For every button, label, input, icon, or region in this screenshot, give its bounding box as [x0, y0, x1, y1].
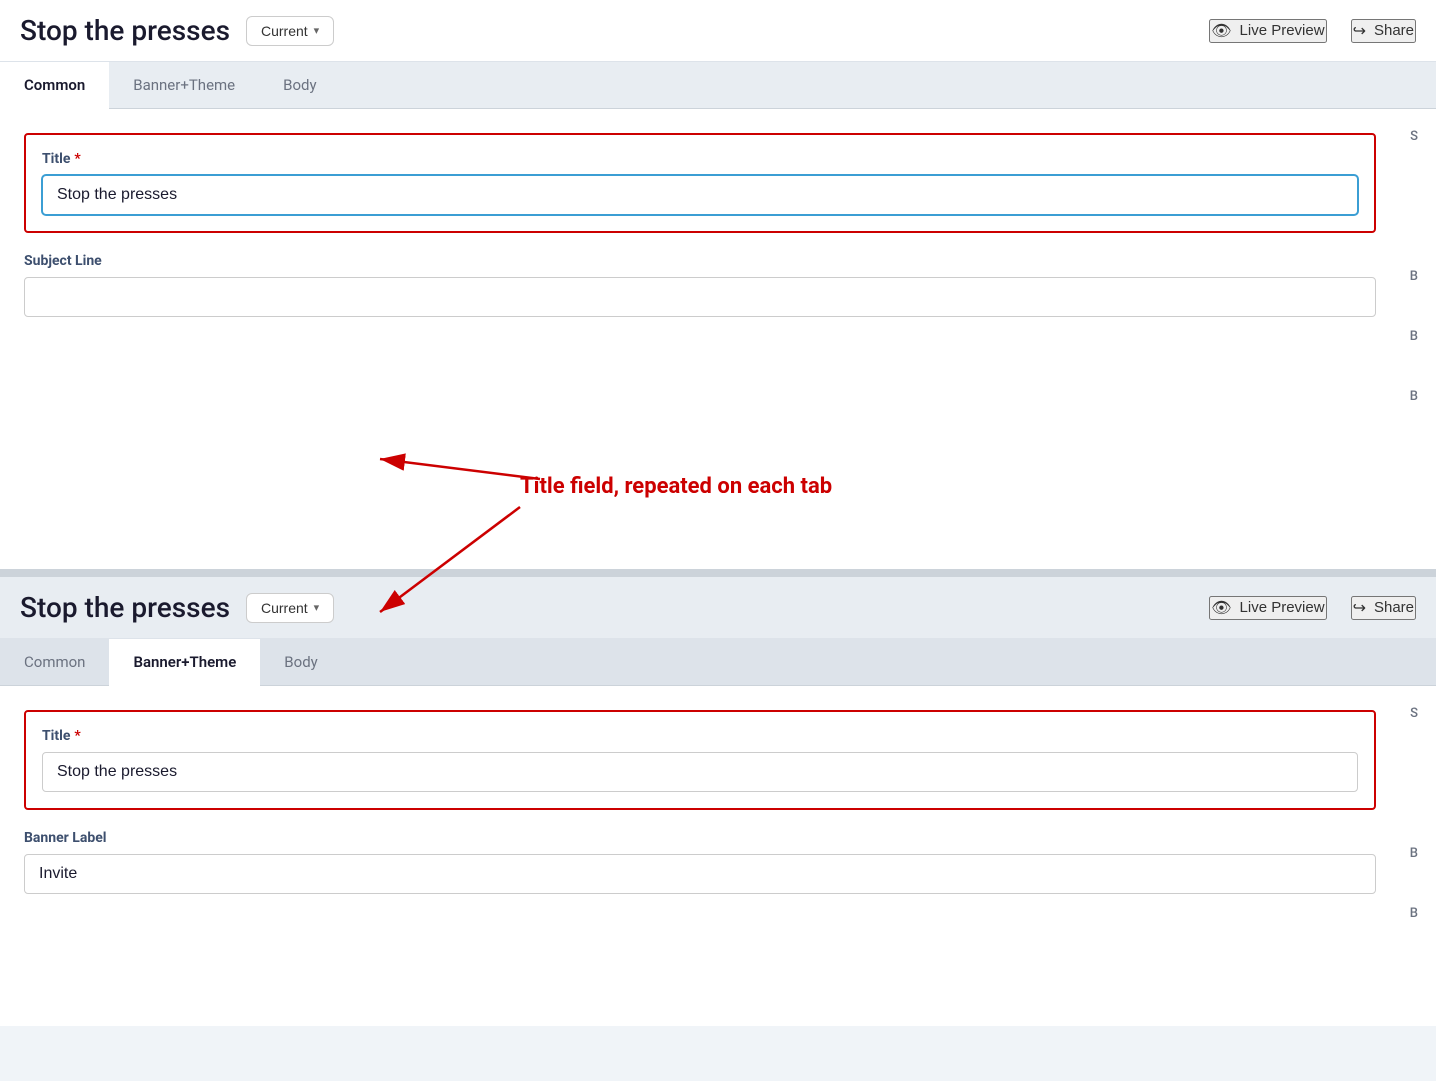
side-label-s: S	[1410, 129, 1418, 144]
panel-1: Stop the presses Current ▾ 👁 Live Previe…	[0, 0, 1436, 449]
current-dropdown-2[interactable]: Current ▾	[246, 593, 334, 623]
title-annotation-box-1: Title *	[24, 133, 1376, 233]
content-area-2: Title * Banner Label S B B	[0, 686, 1436, 1026]
panel-divider	[0, 569, 1436, 577]
share-icon-2: ↪	[1353, 598, 1366, 618]
current-label-2: Current	[261, 600, 308, 616]
title-label-1: Title *	[42, 151, 1358, 167]
title-input-2[interactable]	[42, 752, 1358, 792]
current-dropdown-1[interactable]: Current ▾	[246, 16, 334, 46]
tab-banner-theme-2[interactable]: Banner+Theme	[109, 639, 260, 686]
tabs-2: Common Banner+Theme Body	[0, 639, 1436, 686]
tab-body-1[interactable]: Body	[259, 62, 340, 108]
subject-line-input-1[interactable]	[24, 277, 1376, 317]
side-label-b3: B	[1410, 389, 1418, 404]
subject-line-label-1: Subject Line	[24, 253, 1376, 269]
arrow-svg	[0, 449, 1436, 569]
tab-common-1[interactable]: Common	[0, 62, 109, 109]
eye-icon-2: 👁	[1211, 598, 1231, 618]
required-star-2: *	[74, 728, 80, 744]
annotation-area: Title field, repeated on each tab	[0, 449, 1436, 569]
title-input-1[interactable]	[42, 175, 1358, 215]
page-title-1: Stop the presses	[20, 14, 230, 47]
live-preview-label-2: Live Preview	[1240, 599, 1325, 616]
header-1: Stop the presses Current ▾ 👁 Live Previe…	[0, 0, 1436, 62]
eye-icon-1: 👁	[1211, 21, 1231, 41]
header-2: Stop the presses Current ▾ 👁 Live Previe…	[0, 577, 1436, 639]
share-icon-1: ↪	[1353, 21, 1366, 41]
tab-banner-theme-1[interactable]: Banner+Theme	[109, 62, 259, 108]
side-label-b1: B	[1410, 269, 1418, 284]
chevron-down-icon-2: ▾	[314, 601, 320, 614]
tab-common-2[interactable]: Common	[0, 639, 109, 685]
required-star-1: *	[74, 151, 80, 167]
banner-label-group-2: Banner Label	[24, 830, 1376, 894]
annotation-label: Title field, repeated on each tab	[520, 474, 832, 499]
side-label-s2: S	[1410, 706, 1418, 721]
side-label-b5: B	[1410, 906, 1418, 921]
side-label-b4: B	[1410, 846, 1418, 861]
live-preview-label-1: Live Preview	[1240, 22, 1325, 39]
content-area-1: Title * Subject Line S B B B	[0, 109, 1436, 449]
header-right-1: 👁 Live Preview ↪ Share	[1209, 19, 1416, 43]
tab-body-2[interactable]: Body	[260, 639, 341, 685]
share-button-2[interactable]: ↪ Share	[1351, 596, 1416, 620]
page-title-2: Stop the presses	[20, 591, 230, 624]
annotation-text: Title field, repeated on each tab	[520, 474, 832, 499]
tabs-1: Common Banner+Theme Body	[0, 62, 1436, 109]
share-label-2: Share	[1374, 599, 1414, 616]
title-annotation-box-2: Title *	[24, 710, 1376, 810]
title-label-2: Title *	[42, 728, 1358, 744]
banner-label-label-2: Banner Label	[24, 830, 1376, 846]
side-label-b2: B	[1410, 329, 1418, 344]
subject-line-group-1: Subject Line	[24, 253, 1376, 317]
share-button-1[interactable]: ↪ Share	[1351, 19, 1416, 43]
header-right-2: 👁 Live Preview ↪ Share	[1209, 596, 1416, 620]
live-preview-button-2[interactable]: 👁 Live Preview	[1209, 596, 1326, 620]
live-preview-button-1[interactable]: 👁 Live Preview	[1209, 19, 1326, 43]
banner-label-input-2[interactable]	[24, 854, 1376, 894]
chevron-down-icon-1: ▾	[314, 24, 320, 37]
panel-2: Stop the presses Current ▾ 👁 Live Previe…	[0, 577, 1436, 1026]
current-label-1: Current	[261, 23, 308, 39]
share-label-1: Share	[1374, 22, 1414, 39]
